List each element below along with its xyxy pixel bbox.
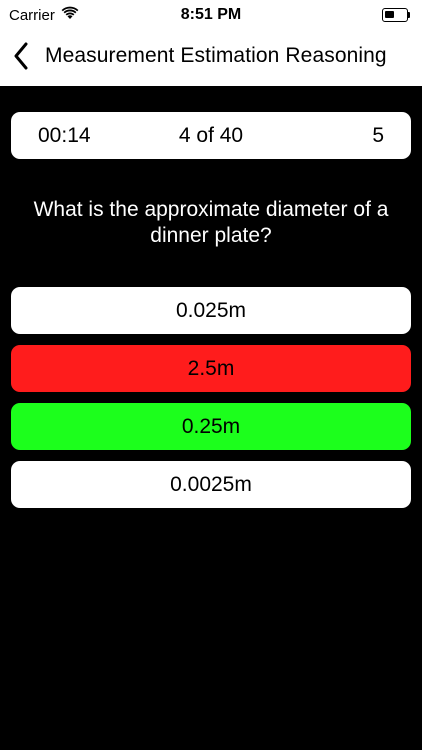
score-label: 5: [372, 124, 384, 147]
page-title: Measurement Estimation Reasoning: [45, 44, 387, 67]
battery-fill: [385, 11, 394, 18]
battery-body: [382, 8, 408, 22]
battery-cap: [408, 12, 410, 18]
answer-label: 0.25m: [181, 414, 241, 438]
progress-label: 4 of 40: [178, 124, 244, 147]
quiz-status-card: 00:14 4 of 40 5: [11, 112, 411, 159]
back-button[interactable]: [4, 38, 38, 78]
answer-option-2[interactable]: 2.5m: [11, 345, 411, 392]
answer-option-3[interactable]: 0.25m: [11, 403, 411, 450]
status-bar: Carrier 8:51 PM: [0, 0, 422, 30]
answer-label: 0.0025m: [170, 472, 252, 496]
answer-label: 2.5m: [187, 356, 235, 380]
chevron-left-icon: [13, 42, 29, 75]
answer-label: 0.025m: [175, 298, 247, 322]
question-text: What is the approximate diameter of a di…: [33, 198, 389, 247]
answer-option-1[interactable]: 0.025m: [11, 287, 411, 334]
answer-option-4[interactable]: 0.0025m: [11, 461, 411, 508]
navigation-bar: Measurement Estimation Reasoning: [0, 30, 422, 86]
battery-icon: [382, 8, 411, 22]
status-time: 8:51 PM: [180, 6, 242, 23]
